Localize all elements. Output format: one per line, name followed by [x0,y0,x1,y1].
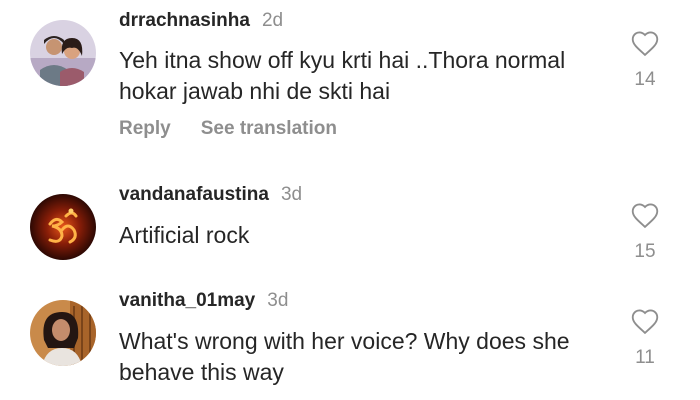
timestamp: 3d [267,290,289,311]
couple-photo-avatar-icon [30,20,96,86]
comment-header: drrachnasinha 2d [119,10,283,32]
timestamp: 2d [261,10,284,31]
timestamp: 3d [280,184,303,205]
like-control: 15 [628,202,662,263]
avatar[interactable] [30,300,96,366]
avatar[interactable] [30,194,96,260]
username[interactable]: vanitha_01may [119,290,255,312]
username[interactable]: drrachnasinha [119,10,250,32]
avatar[interactable] [30,20,96,86]
comment-header: vanitha_01may 3d [119,290,288,312]
like-count: 14 [634,69,656,90]
like-count: 15 [634,241,656,262]
username[interactable]: vandanafaustina [119,184,269,206]
reply-button[interactable]: Reply [119,118,171,140]
comment-actions: Reply See translation [119,118,337,140]
heart-icon[interactable] [630,308,660,335]
comment-text: What's wrong with her voice? Why does sh… [119,328,570,385]
like-count: 11 [635,347,655,368]
like-control: 14 [628,30,662,91]
heart-icon[interactable] [630,30,660,57]
heart-icon[interactable] [630,202,660,229]
comment-header: vandanafaustina 3d [119,184,302,206]
like-control: 11 [628,308,662,369]
see-translation-button[interactable]: See translation [201,118,337,140]
comment-text: Artificial rock [119,222,250,248]
om-symbol-avatar-icon [30,194,96,260]
woman-portrait-avatar-icon [30,300,96,366]
comment-text: Yeh itna show off kyu krti hai ..Thora n… [119,47,566,104]
